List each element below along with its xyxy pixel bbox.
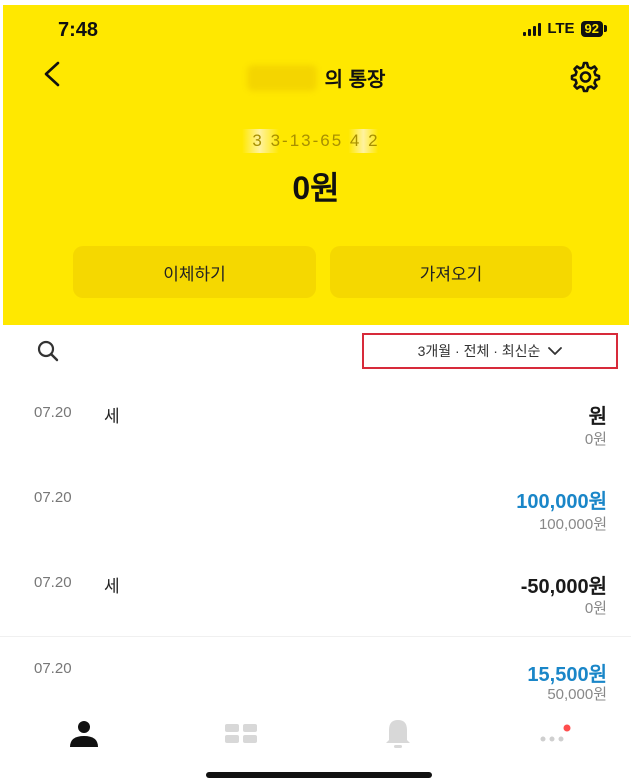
account-number: 3 3-13-65 4 2 [242, 129, 390, 153]
settings-button[interactable] [567, 59, 601, 93]
transaction-description: 세 [104, 577, 120, 596]
network-label: LTE [547, 20, 575, 37]
more-icon [540, 724, 571, 742]
transaction-amount: -50,000원 [520, 576, 607, 598]
redacted-name [246, 64, 317, 91]
transaction-row[interactable]: 07.20 100,000원 100,000원 [0, 481, 631, 559]
tab-notifications[interactable] [368, 714, 428, 754]
transaction-date: 07.20 [34, 404, 72, 421]
bottom-tab-bar [0, 714, 631, 754]
filter-label: 3개월 · 전체 · 최신순 [417, 343, 541, 359]
filter-dropdown[interactable]: 3개월 · 전체 · 최신순 [362, 333, 618, 369]
transaction-amount: 원 [588, 406, 607, 428]
account-header: 7:48 LTE 92 의 통장 3 3-13-65 4 2 0원 이체하기 가… [3, 5, 629, 325]
battery-tip [604, 25, 607, 32]
page-title: 의 통장 [324, 69, 386, 91]
tab-menu[interactable] [211, 714, 271, 754]
bell-icon [386, 720, 410, 748]
chevron-down-icon [548, 347, 563, 355]
transaction-date: 07.20 [34, 574, 72, 591]
transaction-row[interactable]: 07.20 세 원 0원 [0, 396, 631, 474]
battery-icon: 92 [580, 20, 603, 37]
search-button[interactable] [34, 337, 64, 367]
page-title-wrap: 의 통장 [3, 63, 629, 92]
tab-profile[interactable] [54, 714, 114, 754]
transaction-description: 세 [104, 407, 120, 426]
bring-money-button[interactable]: 가져오기 [330, 246, 572, 298]
transaction-balance: 0원 [584, 600, 607, 617]
row-divider [0, 636, 631, 637]
account-number-wrap: 3 3-13-65 4 2 [3, 129, 629, 153]
transaction-balance: 0원 [584, 431, 607, 448]
account-balance: 0원 [292, 170, 340, 206]
home-indicator [206, 772, 432, 778]
person-icon [70, 721, 98, 747]
transaction-row[interactable]: 07.20 세 -50,000원 0원 [0, 570, 631, 636]
grid-icon [225, 724, 257, 743]
search-icon [37, 340, 59, 362]
transaction-balance: 50,000원 [547, 686, 607, 703]
transfer-button[interactable]: 이체하기 [73, 246, 316, 298]
status-time: 7:48 [58, 19, 99, 41]
transaction-row[interactable]: 07.20 15,500원 50,000원 [0, 656, 631, 706]
transaction-date: 07.20 [34, 489, 72, 506]
tab-more[interactable] [524, 714, 584, 754]
signal-icon [523, 22, 542, 36]
status-indicators: LTE 92 [523, 20, 607, 37]
transaction-date: 07.20 [34, 660, 72, 677]
transaction-balance: 100,000원 [538, 516, 607, 533]
gear-icon [570, 61, 601, 93]
transaction-amount: 100,000원 [516, 491, 607, 513]
